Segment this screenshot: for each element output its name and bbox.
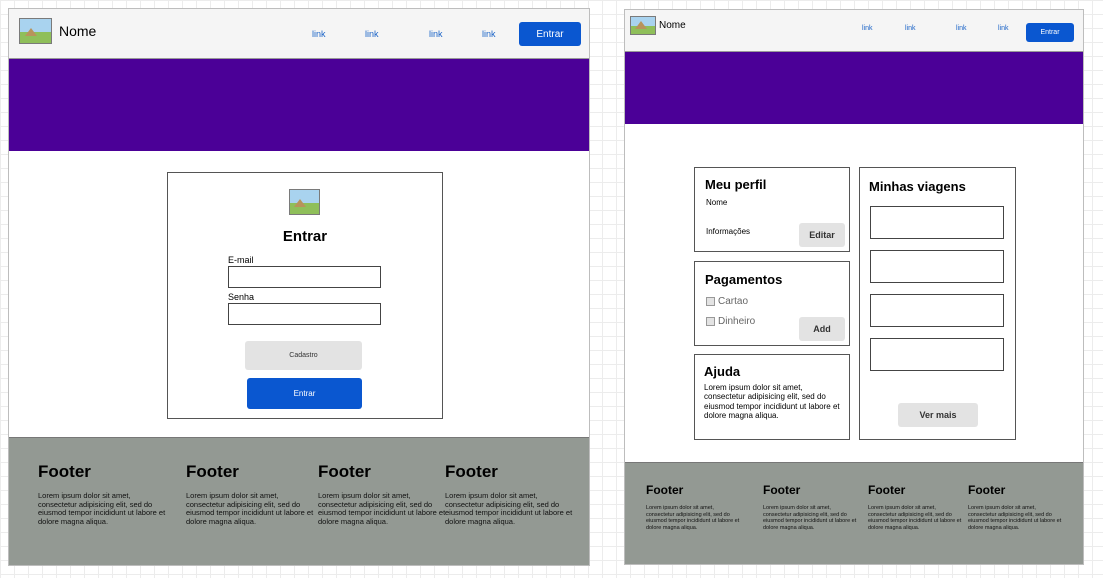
email-field[interactable]: [228, 266, 381, 288]
payments-card-title: Pagamentos: [705, 272, 783, 287]
footer-column: Footer Lorem ipsum dolor sit amet, conse…: [38, 462, 166, 527]
logo-image-icon[interactable]: [630, 16, 656, 35]
footer-title: Footer: [318, 462, 371, 481]
login-page-frame: Nome link link link link Entrar Entrar E…: [8, 8, 590, 566]
nav-link-4[interactable]: link: [998, 25, 1009, 32]
login-title: Entrar: [282, 228, 328, 245]
nav-link-2[interactable]: link: [905, 25, 916, 32]
footer-title: Footer: [763, 483, 801, 497]
nav-login-button[interactable]: Entrar: [1026, 23, 1074, 42]
nav-link-2[interactable]: link: [365, 29, 379, 39]
checkbox-icon[interactable]: [706, 317, 715, 326]
footer-text: Lorem ipsum dolor sit amet, consectetur …: [38, 491, 166, 526]
checkbox-icon[interactable]: [706, 297, 715, 306]
nav-link-3[interactable]: link: [429, 29, 443, 39]
logo-image-icon[interactable]: [19, 18, 52, 44]
footer-text: Lorem ipsum dolor sit amet, consectetur …: [318, 491, 446, 526]
footer-text: Lorem ipsum dolor sit amet, consectetur …: [445, 491, 573, 526]
footer: Footer Lorem ipsum dolor sit amet, conse…: [625, 462, 1083, 564]
trip-item[interactable]: [870, 250, 1004, 283]
footer-title: Footer: [186, 462, 239, 481]
hero-banner: [9, 59, 589, 151]
footer-column: Footer Lorem ipsum dolor sit amet, conse…: [186, 462, 314, 527]
nav-link-1[interactable]: link: [312, 29, 326, 39]
nav-link-4[interactable]: link: [482, 29, 496, 39]
footer-column: Footer Lorem ipsum dolor sit amet, conse…: [445, 462, 573, 527]
profile-card: Meu perfil Nome Informações Editar: [694, 167, 850, 252]
footer-column: Footer Lorem ipsum dolor sit amet, conse…: [868, 483, 962, 531]
nav-link-1[interactable]: link: [862, 25, 873, 32]
footer-column: Footer Lorem ipsum dolor sit amet, conse…: [318, 462, 446, 527]
footer-column: Footer Lorem ipsum dolor sit amet, conse…: [646, 483, 740, 531]
payments-card: Pagamentos Cartao Dinheiro Add: [694, 261, 850, 346]
login-form-card: Entrar E-mail Senha Cadastro Entrar: [167, 172, 443, 419]
payment-option-cartao[interactable]: Cartao: [706, 296, 748, 307]
password-field[interactable]: [228, 303, 381, 325]
trip-item[interactable]: [870, 294, 1004, 327]
signup-button[interactable]: Cadastro: [245, 341, 362, 370]
footer-text: Lorem ipsum dolor sit amet, consectetur …: [868, 505, 962, 531]
footer-title: Footer: [646, 483, 684, 497]
footer-text: Lorem ipsum dolor sit amet, consectetur …: [763, 505, 857, 531]
payment-option-label: Cartao: [718, 296, 749, 307]
footer-title: Footer: [445, 462, 498, 481]
email-label: E-mail: [228, 255, 254, 265]
trips-card-title: Minhas viagens: [869, 179, 966, 194]
trip-item[interactable]: [870, 338, 1004, 371]
navbar: Nome link link link link Entrar: [625, 10, 1083, 52]
help-text: Lorem ipsum dolor sit amet, consectetur …: [704, 383, 840, 421]
trip-item[interactable]: [870, 206, 1004, 239]
see-more-button[interactable]: Ver mais: [898, 403, 978, 427]
password-label: Senha: [228, 292, 255, 302]
profile-page-frame: Nome link link link link Entrar Meu perf…: [624, 9, 1084, 565]
profile-info: Informações: [706, 227, 751, 236]
brand-name: Nome: [659, 20, 686, 31]
footer: Footer Lorem ipsum dolor sit amet, conse…: [9, 437, 589, 565]
footer-title: Footer: [868, 483, 906, 497]
login-submit-button[interactable]: Entrar: [247, 378, 362, 409]
payment-option-dinheiro[interactable]: Dinheiro: [706, 316, 755, 327]
profile-card-title: Meu perfil: [705, 177, 767, 192]
trips-card: Minhas viagens Ver mais: [859, 167, 1016, 440]
help-card-title: Ajuda: [704, 364, 741, 379]
footer-text: Lorem ipsum dolor sit amet, consectetur …: [646, 505, 740, 531]
footer-text: Lorem ipsum dolor sit amet, consectetur …: [968, 505, 1062, 531]
login-image-icon: [289, 189, 320, 215]
footer-text: Lorem ipsum dolor sit amet, consectetur …: [186, 491, 314, 526]
hero-banner: [625, 52, 1083, 124]
footer-column: Footer Lorem ipsum dolor sit amet, conse…: [763, 483, 857, 531]
footer-title: Footer: [968, 483, 1006, 497]
add-payment-button[interactable]: Add: [799, 317, 845, 341]
nav-link-3[interactable]: link: [956, 25, 967, 32]
edit-profile-button[interactable]: Editar: [799, 223, 845, 247]
footer-column: Footer Lorem ipsum dolor sit amet, conse…: [968, 483, 1062, 531]
brand-name: Nome: [59, 23, 97, 39]
footer-title: Footer: [38, 462, 91, 481]
nav-login-button[interactable]: Entrar: [519, 22, 581, 46]
payment-option-label: Dinheiro: [718, 316, 756, 327]
profile-name: Nome: [706, 198, 728, 207]
navbar: Nome link link link link Entrar: [9, 9, 589, 59]
help-card: Ajuda Lorem ipsum dolor sit amet, consec…: [694, 354, 850, 440]
